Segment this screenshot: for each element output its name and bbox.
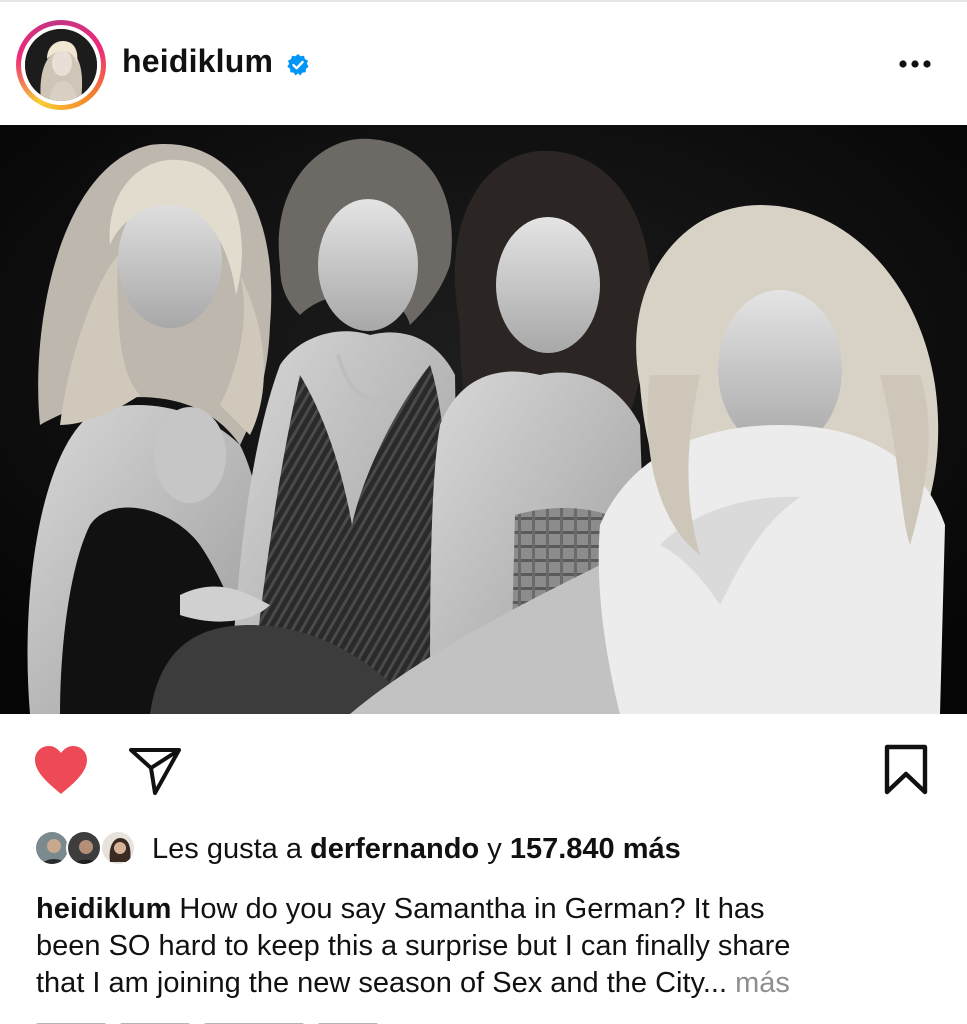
story-ring[interactable] bbox=[16, 20, 106, 110]
caption-text: How do you say Samantha in German? It ha… bbox=[171, 893, 765, 925]
bookmark-icon[interactable] bbox=[882, 744, 930, 796]
likes-prefix: Les gusta a bbox=[152, 833, 310, 865]
likes-count[interactable]: 157.840 más bbox=[510, 833, 681, 865]
avatar-gap bbox=[21, 25, 101, 105]
likes-row[interactable]: Les gusta a derfernando y 157.840 más bbox=[34, 826, 954, 874]
liker-avatar-image bbox=[36, 832, 68, 864]
likes-connector: y bbox=[479, 833, 510, 865]
post-caption: heidiklum How do you say Samantha in Ger… bbox=[36, 891, 936, 1002]
photo-image bbox=[0, 125, 967, 714]
instagram-post: heidiklum Les gusta a derfernando y 157.… bbox=[0, 0, 967, 1024]
post-photo[interactable] bbox=[0, 125, 967, 714]
liker-avatar-image bbox=[68, 832, 100, 864]
caption-line: been SO hard to keep this a surprise but… bbox=[36, 930, 791, 962]
avatar[interactable] bbox=[25, 29, 97, 101]
paper-plane-icon[interactable] bbox=[128, 746, 182, 796]
liker-avatar bbox=[100, 830, 136, 866]
caption-line: heidiklum How do you say Samantha in Ger… bbox=[36, 891, 936, 928]
post-header: heidiklum bbox=[0, 2, 967, 124]
post-username[interactable]: heidiklum bbox=[122, 43, 273, 80]
caption-text: that I am joining the new season of Sex … bbox=[36, 967, 728, 999]
caption-more-link[interactable]: más bbox=[727, 967, 790, 999]
heart-icon[interactable] bbox=[32, 744, 90, 796]
likes-summary: Les gusta a derfernando y 157.840 más bbox=[152, 833, 681, 866]
caption-username[interactable]: heidiklum bbox=[36, 893, 171, 925]
verified-badge-icon bbox=[287, 54, 309, 76]
liker-avatar bbox=[66, 830, 102, 866]
liker-username[interactable]: derfernando bbox=[310, 833, 479, 865]
avatar-image bbox=[25, 29, 97, 101]
caption-line: that I am joining the new season of Sex … bbox=[36, 965, 936, 1002]
liker-avatar bbox=[34, 830, 70, 866]
clipped-text-line bbox=[36, 1014, 456, 1024]
liker-avatar-image bbox=[102, 832, 134, 864]
more-options-icon[interactable] bbox=[892, 52, 938, 76]
